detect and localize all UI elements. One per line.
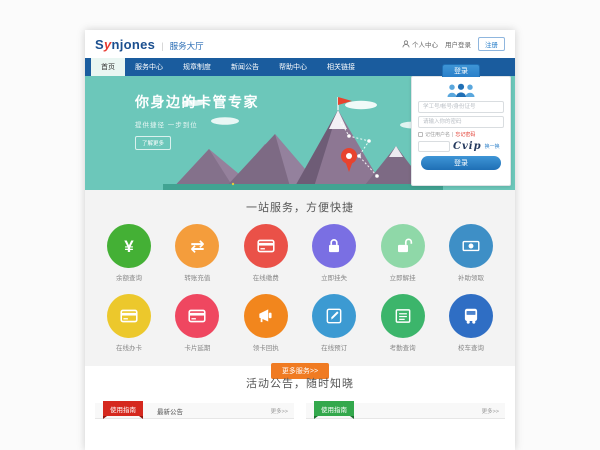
megaphone-icon [256,306,276,326]
service-attendance-inquiry[interactable]: 考勤查询 [377,294,429,352]
services-row-2: 在线办卡 卡片延期 领卡回执 [85,294,515,352]
login-tab[interactable]: 登录 [442,64,480,77]
usage-guide-ribbon-left[interactable]: 使用指南 [103,401,143,416]
users-icon [445,83,477,98]
right-more-link[interactable]: 更多>> [482,407,499,415]
logo-divider: | [161,41,163,51]
nav-item-home[interactable]: 首页 [91,58,125,76]
logo-accent-y: y [104,37,112,52]
login-options: 记住用户名 | 忘记密码 [418,131,504,138]
services-heading: 一站服务，方便快捷 [85,190,515,215]
card-icon [119,306,139,326]
banknote-icon [461,236,481,256]
edit-icon [324,306,344,326]
guide-panel-left: 使用指南 最新公告 更多>> [95,403,294,419]
person-icon [402,40,410,48]
register-button[interactable]: 注册 [478,37,505,51]
logo-tagline: 服务大厅 [170,40,204,52]
hero-cta-button[interactable]: 了解更多 [135,136,171,150]
service-card-receipt[interactable]: 领卡回执 [240,294,292,352]
service-balance-inquiry[interactable]: ¥ 余额查询 [103,224,155,282]
logo: Synjones | 服务大厅 [95,37,204,52]
services-row-1: ¥ 余额查询 ⇄ 转账充值 在线缴费 立即挂失 [85,224,515,282]
guide-panel-right: 使用指南 更多>> [306,403,505,419]
service-card-extension[interactable]: 卡片延期 [171,294,223,352]
usage-guide-ribbon-right[interactable]: 使用指南 [314,401,354,416]
card-icon [187,306,207,326]
login-panel: 登录 记住用户名 | 忘记密码 Cvip 换一换 [411,76,511,186]
lock-icon [324,236,344,256]
service-cancel-loss[interactable]: 立即解挂 [377,224,429,282]
captcha-input[interactable] [418,141,450,152]
list-icon [393,306,413,326]
nav-item-help-center[interactable]: 帮助中心 [269,58,317,76]
remember-label: 记住用户名 [425,131,450,138]
yen-icon: ¥ [124,238,133,255]
user-login-link[interactable]: 用户登录 [445,39,471,49]
announcements-section: 活动公告，随时知晓 使用指南 最新公告 更多>> 使用指南 更多>> [85,366,515,429]
left-more-link[interactable]: 更多>> [271,407,288,415]
service-report-loss[interactable]: 立即挂失 [308,224,360,282]
forgot-password-link[interactable]: 忘记密码 [455,131,475,138]
bus-icon [461,306,481,326]
header: Synjones | 服务大厅 个人中心 用户登录 注册 [85,30,515,58]
remember-checkbox[interactable] [418,132,423,137]
service-subsidy-collect[interactable]: 补助领取 [445,224,497,282]
login-submit-button[interactable]: 登录 [421,156,501,170]
service-online-card-apply[interactable]: 在线办卡 [103,294,155,352]
hero-title: 你身边的卡管专家 [135,92,259,112]
login-form: 记住用户名 | 忘记密码 Cvip 换一换 登录 [412,77,510,170]
user-login-label: 用户登录 [445,39,471,49]
nav-item-service-center[interactable]: 服务中心 [125,58,173,76]
service-transfer-recharge[interactable]: ⇄ 转账充值 [171,224,223,282]
nav-item-rules[interactable]: 规章制度 [173,58,221,76]
password-input[interactable] [418,116,504,128]
service-online-payment[interactable]: 在线缴费 [240,224,292,282]
personal-center-label: 个人中心 [412,39,438,49]
captcha-refresh-link[interactable]: 换一换 [485,143,500,150]
nav-item-news[interactable]: 新闻公告 [221,58,269,76]
options-divider: | [452,132,453,138]
transfer-icon: ⇄ [190,238,204,255]
nav-item-links[interactable]: 相关链接 [317,58,365,76]
username-input[interactable] [418,101,504,113]
announcement-panels: 使用指南 最新公告 更多>> 使用指南 更多>> [85,403,515,419]
service-school-bus-inquiry[interactable]: 校车查询 [445,294,497,352]
service-online-booking[interactable]: 在线预订 [308,294,360,352]
captcha-row: Cvip 换一换 [418,141,504,152]
services-section: 一站服务，方便快捷 ¥ 余额查询 ⇄ 转账充值 在线缴费 [85,190,515,366]
site-container: Synjones | 服务大厅 个人中心 用户登录 注册 首页 服务中心 规章制… [85,30,515,450]
hero-subtitle: 提供捷径 一步到位 [135,119,259,129]
hero-copy: 你身边的卡管专家 提供捷径 一步到位 了解更多 [135,92,259,150]
unlock-icon [393,236,413,256]
card-icon [256,236,276,256]
page-canvas: Synjones | 服务大厅 个人中心 用户登录 注册 首页 服务中心 规章制… [0,0,600,450]
tab-latest-announcements[interactable]: 最新公告 [157,406,183,416]
header-user-menu: 个人中心 用户登录 注册 [402,37,505,51]
captcha-image: Cvip [453,141,482,152]
personal-center-link[interactable]: 个人中心 [402,39,438,49]
logo-text: Synjones [95,37,155,52]
